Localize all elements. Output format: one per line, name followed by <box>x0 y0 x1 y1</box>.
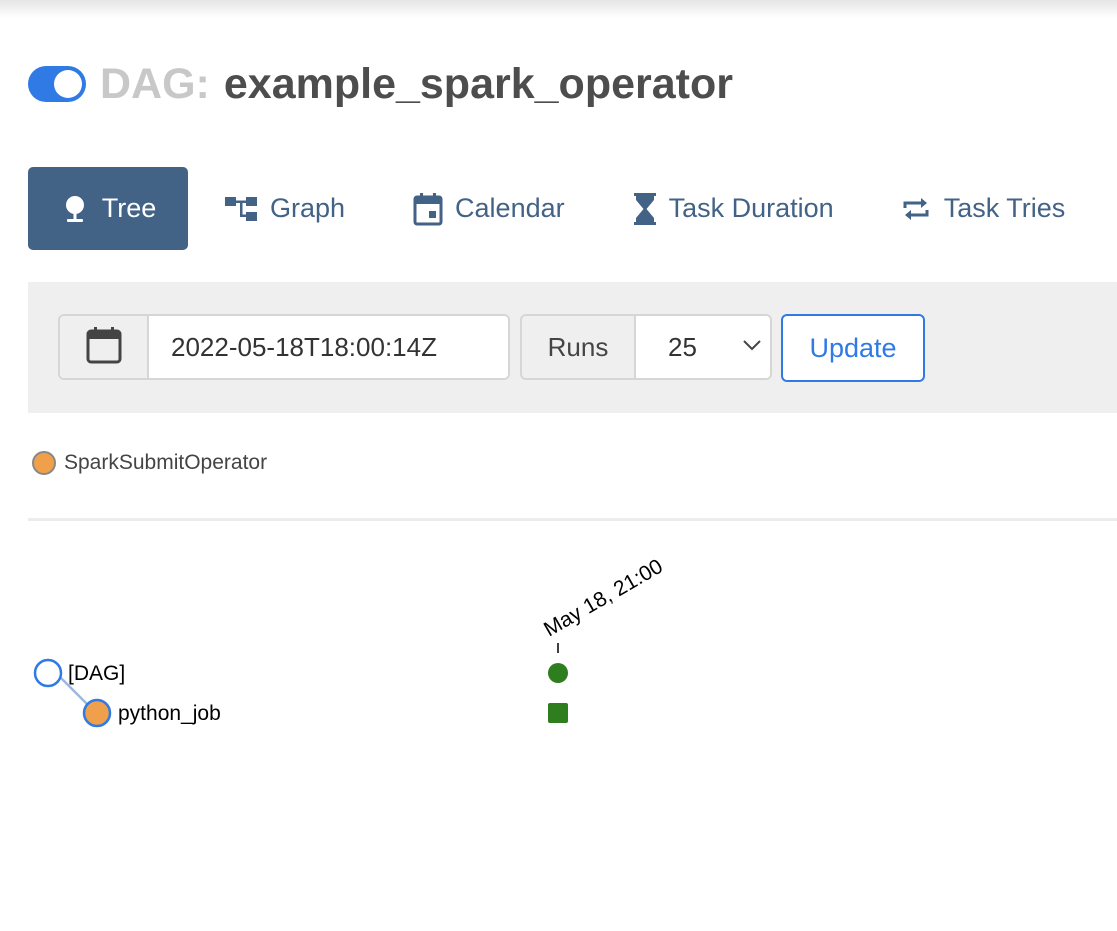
calendar-icon <box>413 192 443 226</box>
runs-group: Runs 25 <box>520 314 772 380</box>
legend-color-swatch <box>32 451 56 475</box>
chevron-down-icon <box>742 338 762 357</box>
tree-icon <box>60 194 90 224</box>
date-picker-button[interactable] <box>60 316 149 378</box>
legend-label: SparkSubmitOperator <box>64 451 268 474</box>
task-instance-status-square[interactable] <box>548 703 568 723</box>
page-title: DAG: example_spark_operator <box>100 56 733 112</box>
tab-task-duration-label: Task Duration <box>668 193 834 223</box>
tree-view: [DAG] python_job May 18, 21:00 <box>33 555 667 728</box>
tab-graph-label: Graph <box>270 193 346 223</box>
tab-graph[interactable]: Graph <box>224 167 345 250</box>
tab-task-tries-label: Task Tries <box>943 193 1066 223</box>
tab-task-duration[interactable]: Task Duration <box>633 167 834 250</box>
run-date-label: May 18, 21:00 <box>540 555 667 641</box>
tab-tree[interactable]: Tree <box>28 167 188 250</box>
calendar-icon <box>86 326 122 369</box>
divider <box>28 518 1117 521</box>
runs-label: Runs <box>522 316 636 378</box>
tab-calendar[interactable]: Calendar <box>413 167 565 250</box>
base-date-group <box>58 314 510 380</box>
filter-bar: Runs 25 Update <box>28 282 1117 413</box>
task-label-python-job: python_job <box>118 702 221 725</box>
view-tabs: Tree Graph Calendar Task Duration Task T… <box>28 167 1065 250</box>
dag-title-name: example_spark_operator <box>223 60 733 108</box>
tab-task-tries[interactable]: Task Tries <box>900 167 1066 250</box>
tab-calendar-label: Calendar <box>455 193 565 223</box>
hourglass-icon <box>633 192 657 226</box>
dag-root-node[interactable] <box>33 658 63 688</box>
runs-select[interactable]: 25 <box>636 316 770 378</box>
runs-selected-value: 25 <box>668 331 697 362</box>
task-node-python-job[interactable] <box>82 698 112 728</box>
toggle-knob <box>54 70 82 98</box>
update-button[interactable]: Update <box>781 314 925 382</box>
dag-pause-toggle[interactable] <box>28 66 86 102</box>
dag-title-prefix: DAG: <box>100 60 210 108</box>
top-shadow <box>0 0 1117 18</box>
graph-icon <box>224 194 258 224</box>
base-date-input[interactable] <box>149 316 508 378</box>
dag-root-label: [DAG] <box>68 662 125 685</box>
dag-run-status-circle[interactable] <box>548 663 568 683</box>
dag-header: DAG: example_spark_operator <box>28 56 733 112</box>
retry-icon <box>900 193 932 225</box>
operator-legend: SparkSubmitOperator <box>32 451 267 475</box>
tab-tree-label: Tree <box>101 193 157 223</box>
